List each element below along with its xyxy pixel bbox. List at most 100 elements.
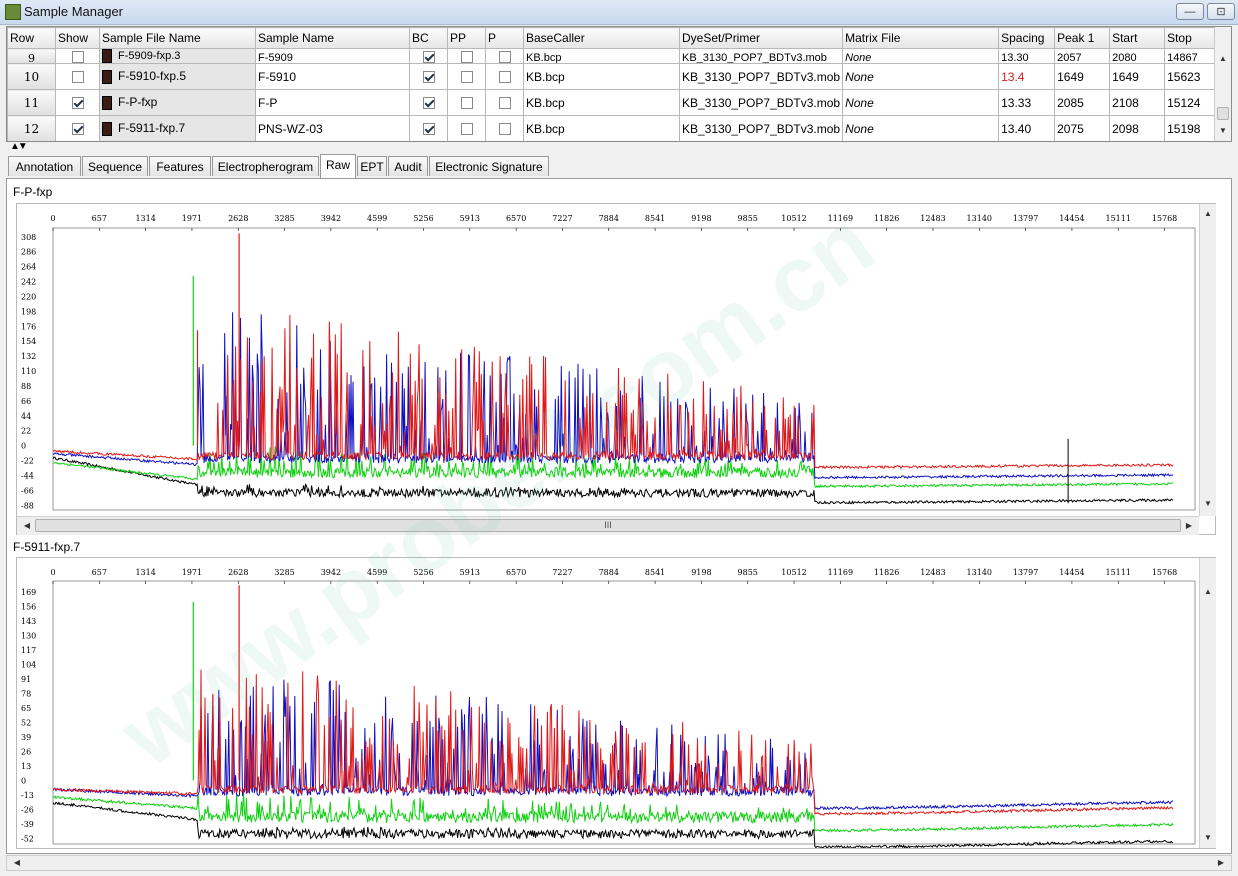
sample-file-name[interactable]: F-5909-fxp.3 (99, 48, 256, 64)
tab-electropherogram[interactable]: Electropherogram (212, 156, 319, 176)
plot-1-scroll-left-icon[interactable]: ◀ (19, 518, 35, 534)
plot-2-vertical-scrollbar[interactable]: ▲ ▼ (1199, 558, 1216, 848)
column-header[interactable]: BC (409, 27, 448, 49)
show-checkbox[interactable] (71, 71, 84, 84)
sample-name[interactable]: F-5909 (255, 48, 410, 64)
sample-file-name[interactable]: F-5911-fxp.7 (99, 115, 256, 141)
x-tick-label: 9198 (691, 214, 711, 223)
splitter-arrows-icon[interactable]: ▲▼ (10, 141, 28, 152)
scroll-left-icon[interactable]: ◀ (9, 855, 25, 871)
row-number[interactable]: 12 (7, 115, 56, 141)
dyeset-primer[interactable]: KB_3130_POP7_BDTv3.mob (678, 89, 844, 116)
p-checkbox[interactable] (498, 97, 511, 110)
plot-1-scroll-right-icon[interactable]: ▶ (1181, 518, 1197, 534)
show-checkbox[interactable] (71, 97, 84, 110)
spacing[interactable]: 13.30 (998, 48, 1056, 64)
pp-checkbox[interactable] (460, 123, 473, 136)
column-header[interactable]: Peak 1 (1054, 27, 1111, 49)
column-header[interactable]: Sample Name (255, 27, 410, 49)
show-checkbox[interactable] (71, 123, 84, 136)
pp-checkbox[interactable] (460, 71, 473, 84)
sample-file-name[interactable]: F-P-fxp (99, 89, 256, 116)
scroll-up-icon[interactable]: ▲ (1215, 51, 1231, 67)
p-checkbox[interactable] (498, 123, 511, 136)
start[interactable]: 2108 (1109, 89, 1166, 116)
row-number[interactable]: 11 (7, 89, 56, 116)
minimize-button[interactable]: — (1176, 3, 1204, 20)
dyeset-primer[interactable]: KB_3130_POP7_BDTv3.mob (678, 48, 844, 64)
dyeset-primer[interactable]: KB_3130_POP7_BDTv3.mob (678, 63, 844, 90)
column-header[interactable]: DyeSet/Primer (678, 27, 844, 49)
spacing[interactable]: 13.33 (998, 89, 1056, 116)
basecaller[interactable]: KB.bcp (523, 115, 680, 141)
bottom-horizontal-scrollbar[interactable]: ◀ ▶ (6, 855, 1232, 871)
plot-1-horizontal-scrollbar[interactable]: ◀ III ▶ (17, 516, 1199, 535)
column-header[interactable]: BaseCaller (523, 27, 680, 49)
column-header[interactable]: Start (1109, 27, 1166, 49)
table-row[interactable]: 11 F-P-fxp F-P KB.bcp KB_3130_POP7_BDTv3.mob… (7, 89, 1224, 116)
bc-checkbox[interactable] (422, 51, 435, 63)
start[interactable]: 2080 (1109, 48, 1166, 64)
peak-1[interactable]: 2057 (1054, 48, 1111, 64)
table-row[interactable]: 9 F-5909-fxp.3 F-5909 KB.bcp KB_3130_POP7_BD… (7, 48, 1224, 64)
table-row[interactable]: 12 F-5911-fxp.7 PNS-WZ-03 KB.bcp KB_3130_POP… (7, 115, 1224, 141)
plot-1-scroll-thumb[interactable]: III (35, 519, 1181, 532)
scroll-right-icon[interactable]: ▶ (1213, 855, 1229, 871)
plot-1-scroll-down-icon[interactable]: ▼ (1200, 496, 1216, 512)
plot-2-scroll-up-icon[interactable]: ▲ (1200, 584, 1216, 600)
matrix-file[interactable]: None (842, 115, 1000, 141)
tab-ept[interactable]: EPT (357, 156, 387, 176)
show-checkbox[interactable] (71, 51, 84, 63)
basecaller[interactable]: KB.bcp (523, 63, 680, 90)
sample-name[interactable]: F-P (255, 89, 410, 116)
tab-audit[interactable]: Audit (388, 156, 428, 176)
tab-sequence[interactable]: Sequence (82, 156, 148, 176)
tab-electronic-signature[interactable]: Electronic Signature (429, 156, 549, 176)
maximize-button[interactable]: ⊡ (1207, 3, 1235, 20)
column-header[interactable]: Matrix File (842, 27, 1000, 49)
bc-checkbox[interactable] (422, 97, 435, 110)
pp-checkbox[interactable] (460, 97, 473, 110)
column-header[interactable]: Spacing (998, 27, 1056, 49)
dyeset-primer[interactable]: KB_3130_POP7_BDTv3.mob (678, 115, 844, 141)
tab-raw[interactable]: Raw (320, 154, 356, 178)
column-header[interactable]: Show (55, 27, 100, 49)
column-header[interactable]: PP (447, 27, 486, 49)
pp-checkbox[interactable] (460, 51, 473, 63)
scroll-down-icon[interactable]: ▼ (1215, 123, 1231, 139)
p-checkbox[interactable] (498, 51, 511, 63)
raw-plot-1[interactable]: 0 657 1314 1971 2628 3285 3942 4599 5256 5913 6570… (16, 203, 1216, 535)
plot-1-vertical-scrollbar[interactable]: ▲ ▼ (1199, 204, 1216, 516)
column-header[interactable]: P (485, 27, 524, 49)
grid-scroll-thumb[interactable] (1217, 107, 1229, 120)
peak-1[interactable]: 2085 (1054, 89, 1111, 116)
tab-features[interactable]: Features (149, 156, 211, 176)
p-checkbox[interactable] (498, 71, 511, 84)
grid-vertical-scrollbar[interactable]: ▲ ▼ (1214, 27, 1231, 141)
column-header[interactable]: Sample File Name (99, 27, 256, 49)
row-number[interactable]: 10 (7, 63, 56, 90)
sample-name[interactable]: PNS-WZ-03 (255, 115, 410, 141)
plot-2-scroll-down-icon[interactable]: ▼ (1200, 830, 1216, 846)
spacing[interactable]: 13.4 (998, 63, 1056, 90)
tab-annotation[interactable]: Annotation (8, 156, 81, 176)
sample-name[interactable]: F-5910 (255, 63, 410, 90)
basecaller[interactable]: KB.bcp (523, 48, 680, 64)
peak-1[interactable]: 2075 (1054, 115, 1111, 141)
sample-file-name[interactable]: F-5910-fxp.5 (99, 63, 256, 90)
start[interactable]: 2098 (1109, 115, 1166, 141)
raw-plot-2[interactable]: 0 657 1314 1971 2628 3285 3942 4599 5256 5913 6570… (16, 557, 1216, 849)
bc-checkbox[interactable] (422, 123, 435, 136)
basecaller[interactable]: KB.bcp (523, 89, 680, 116)
matrix-file[interactable]: None (842, 89, 1000, 116)
row-number[interactable]: 9 (7, 48, 56, 64)
bc-checkbox[interactable] (422, 71, 435, 84)
table-row[interactable]: 10 F-5910-fxp.5 F-5910 KB.bcp KB_3130_POP7_B… (7, 63, 1224, 90)
matrix-file[interactable]: None (842, 63, 1000, 90)
start[interactable]: 1649 (1109, 63, 1166, 90)
spacing[interactable]: 13.40 (998, 115, 1056, 141)
column-header[interactable]: Row (7, 27, 56, 49)
plot-1-scroll-up-icon[interactable]: ▲ (1200, 206, 1216, 222)
peak-1[interactable]: 1649 (1054, 63, 1111, 90)
matrix-file[interactable]: None (842, 48, 1000, 64)
